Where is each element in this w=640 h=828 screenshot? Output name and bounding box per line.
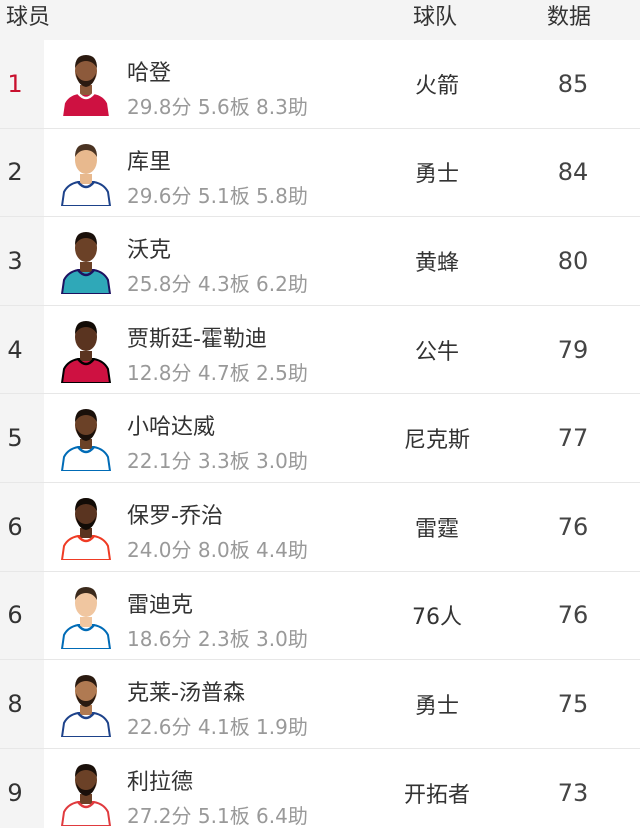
rank-number: 2	[7, 158, 23, 187]
team-name: 开拓者	[403, 783, 470, 809]
player-list: 1 哈登 29.8分 5.6板 8.3助 火箭 85 2 库里 29.6分 5.1板 5.8助…	[0, 40, 640, 828]
player-stats: 12.8分 4.7板 2.5助	[127, 360, 308, 385]
table-row[interactable]: 9 利拉德 27.2分 5.1板 6.4助 开拓者 73	[0, 748, 640, 828]
player-name[interactable]: 哈登	[127, 55, 171, 87]
rating-score: 75	[557, 689, 589, 718]
rating-score: 76	[557, 512, 589, 541]
team-name: 雷霆	[414, 516, 459, 542]
player-name[interactable]: 利拉德	[127, 764, 193, 796]
rating-score: 73	[557, 779, 589, 808]
player-george-avatar-icon	[60, 494, 112, 560]
rating-score: 80	[557, 246, 589, 275]
player-redick-avatar-icon	[60, 583, 112, 649]
player-harden-avatar-icon	[60, 51, 112, 117]
player-lillard-avatar-icon	[60, 760, 112, 826]
team-name: 尼克斯	[403, 428, 470, 454]
player-name[interactable]: 沃克	[127, 232, 171, 264]
player-name[interactable]: 雷迪克	[127, 587, 193, 619]
player-stats: 29.8分 5.6板 8.3助	[127, 95, 308, 119]
player-name[interactable]: 克莱-汤普森	[127, 675, 245, 707]
rank-number: 4	[7, 335, 23, 364]
player-name[interactable]: 保罗-乔治	[127, 498, 223, 530]
player-stats: 22.6分 4.1板 1.9助	[127, 715, 308, 740]
table-row[interactable]: 3 沃克 25.8分 4.3板 6.2助 黄蜂 80	[0, 217, 640, 306]
rating-score: 77	[557, 424, 589, 453]
rank-number: 8	[7, 689, 23, 718]
player-thompson-avatar-icon	[60, 671, 112, 738]
rating-score: 85	[557, 69, 589, 98]
player-stats: 22.1分 3.3板 3.0助	[127, 449, 308, 474]
rating-score: 84	[557, 158, 589, 187]
rank-number: 5	[7, 424, 23, 453]
player-name[interactable]: 小哈达威	[127, 409, 215, 441]
team-name: 勇士	[414, 162, 459, 188]
player-curry-avatar-icon	[60, 140, 112, 206]
table-row[interactable]: 6 雷迪克 18.6分 2.3板 3.0助 76人 76	[0, 571, 640, 661]
team-name: 黄蜂	[414, 250, 459, 276]
player-name[interactable]: 贾斯廷-霍勒迪	[127, 321, 267, 353]
team-name: 火箭	[414, 73, 459, 99]
table-header: 球员 球队 数据	[0, 0, 640, 40]
rank-number: 1	[7, 69, 23, 98]
rating-score: 79	[557, 335, 589, 364]
header-player-label: 球员	[6, 5, 51, 30]
player-hardaway-avatar-icon	[60, 405, 112, 472]
team-name: 勇士	[414, 693, 459, 719]
player-walker-avatar-icon	[60, 228, 112, 295]
rank-number: 6	[7, 601, 23, 630]
team-name: 76人	[412, 605, 462, 631]
player-stats: 24.0分 8.0板 4.4助	[127, 537, 308, 562]
player-name[interactable]: 库里	[127, 144, 171, 176]
table-row[interactable]: 8 克莱-汤普森 22.6分 4.1板 1.9助 勇士 75	[0, 660, 640, 749]
team-name: 公牛	[414, 339, 459, 365]
header-stat-label: 数据	[547, 5, 592, 30]
player-stats: 18.6分 2.3板 3.0助	[127, 626, 308, 651]
table-row[interactable]: 1 哈登 29.8分 5.6板 8.3助 火箭 85	[0, 40, 640, 129]
header-team-label: 球队	[413, 5, 458, 30]
rating-score: 76	[557, 601, 589, 630]
rank-number: 3	[7, 246, 23, 275]
player-stats: 29.6分 5.1板 5.8助	[127, 183, 308, 208]
rank-number: 9	[7, 779, 23, 808]
table-row[interactable]: 5 小哈达威 22.1分 3.3板 3.0助 尼克斯 77	[0, 394, 640, 483]
player-stats: 27.2分 5.1板 6.4助	[127, 803, 308, 828]
rank-number: 6	[7, 512, 23, 541]
table-row[interactable]: 2 库里 29.6分 5.1板 5.8助 勇士 84	[0, 128, 640, 218]
player-holiday-avatar-icon	[60, 317, 112, 383]
table-row[interactable]: 6 保罗-乔治 24.0分 8.0板 4.4助 雷霆 76	[0, 482, 640, 572]
ranking-page: 球员 球队 数据 1 哈登 29.8分 5.6板 8.3助 火箭 85 2 库里 29.6分 …	[0, 0, 640, 828]
player-stats: 25.8分 4.3板 6.2助	[127, 272, 308, 297]
table-row[interactable]: 4 贾斯廷-霍勒迪 12.8分 4.7板 2.5助 公牛 79	[0, 305, 640, 395]
